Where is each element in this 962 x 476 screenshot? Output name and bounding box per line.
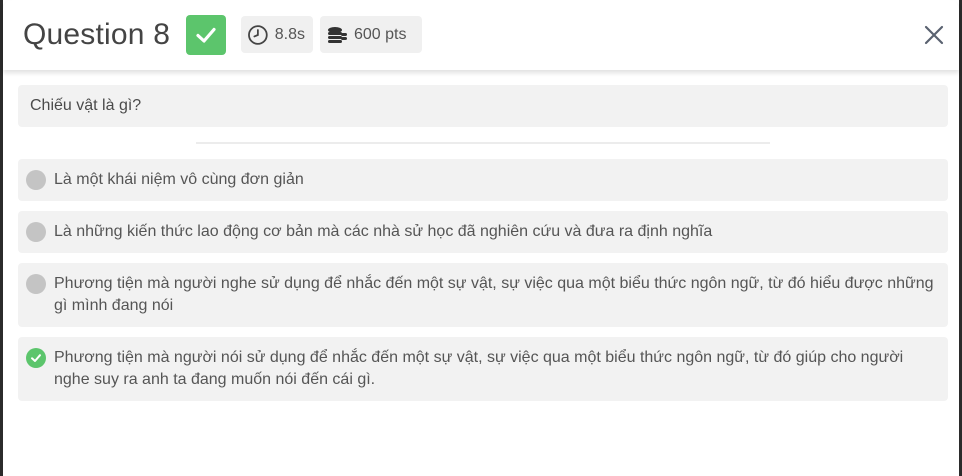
radio-empty-icon <box>26 222 46 242</box>
answer-option-text: Là những kiến thức lao động cơ bản mà cá… <box>54 223 713 240</box>
check-icon <box>31 354 41 362</box>
answer-option: Phương tiện mà người nghe sử dụng để nhắ… <box>18 263 948 327</box>
check-circle-icon <box>26 348 46 368</box>
coins-icon <box>328 26 347 43</box>
time-chip: 8.8s <box>241 16 313 53</box>
points-chip: 600 pts <box>320 16 422 53</box>
radio-empty-icon <box>26 274 46 294</box>
question-title: Question 8 <box>23 18 171 51</box>
answer-option-correct: Phương tiện mà người nói sử dụng để nhắc… <box>18 337 948 401</box>
panel-edge-left <box>0 0 3 476</box>
close-icon[interactable] <box>923 24 945 46</box>
correct-badge <box>186 15 226 55</box>
answer-option: Là những kiến thức lao động cơ bản mà cá… <box>18 211 948 253</box>
clock-icon <box>248 24 268 45</box>
points-value: 600 pts <box>354 25 407 43</box>
panel-header: Question 8 8.8s 600 pts <box>3 0 959 70</box>
radio-empty-icon <box>26 170 46 190</box>
question-text: Chiếu vật là gì? <box>18 85 948 127</box>
question-report-panel: Question 8 8.8s 600 pts Chiếu vật là gì?… <box>0 0 962 476</box>
time-value: 8.8s <box>274 25 305 43</box>
answer-option-text: Phương tiện mà người nghe sử dụng để nhắ… <box>54 275 934 314</box>
divider <box>196 142 770 144</box>
check-icon <box>196 27 216 43</box>
answer-option: Là một khái niệm vô cùng đơn giản <box>18 159 948 201</box>
answer-option-text: Phương tiện mà người nói sử dụng để nhắc… <box>54 349 904 388</box>
answer-option-text: Là một khái niệm vô cùng đơn giản <box>54 171 304 188</box>
close-button[interactable] <box>919 20 949 50</box>
